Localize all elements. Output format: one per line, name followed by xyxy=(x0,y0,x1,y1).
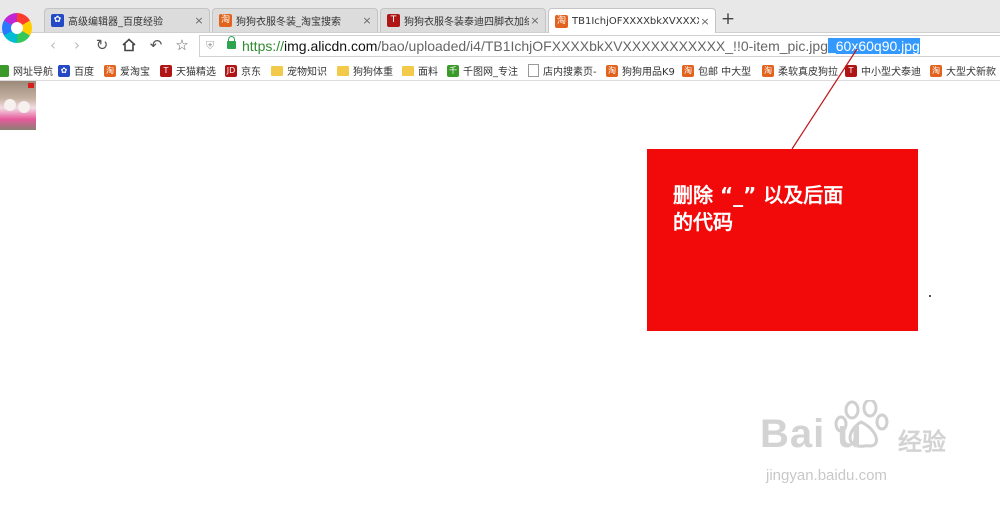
star-icon[interactable]: ☆ xyxy=(173,36,191,54)
bookmark-label: 京东 xyxy=(241,67,261,78)
bookmark-item[interactable]: T 天猫精选 xyxy=(160,63,216,78)
lock-icon xyxy=(227,36,236,49)
bookmark-label: 面料 xyxy=(418,67,438,78)
url-selected-text[interactable]: _60x60q90.jpg xyxy=(827,38,920,54)
forward-icon[interactable]: › xyxy=(68,36,86,54)
home-icon[interactable] xyxy=(120,36,138,54)
bookmark-label: 天猫精选 xyxy=(176,67,216,78)
tab-title: 高级编辑器_百度经验 xyxy=(68,17,163,28)
shield-icon: ⛨ xyxy=(206,39,215,52)
baidu-jingyan-watermark: Bai u 经验 jingyan.baidu.com xyxy=(760,400,980,495)
bookmark-item[interactable]: 淘爱淘宝 xyxy=(104,63,150,78)
watermark-url: jingyan.baidu.com xyxy=(766,467,887,484)
bookmark-item[interactable]: 宠物知识 xyxy=(271,63,327,78)
bookmark-item[interactable]: 淘包邮 中大型 xyxy=(682,63,751,78)
taobao-icon: 淘 xyxy=(104,64,116,77)
bookmark-item[interactable]: 淘柔软真皮狗拉 xyxy=(762,63,838,78)
bookmark-label: 宠物知识 xyxy=(287,67,327,78)
bookmark-item[interactable]: 网址导航 xyxy=(0,63,53,78)
bookmark-item[interactable]: 淘大型犬新款 xyxy=(930,63,996,78)
toolbar: ‹ › ↻ ↶ ☆ ⛨ https://img.alicdn.com/bao/u… xyxy=(0,33,1000,59)
browser-logo-icon[interactable] xyxy=(2,13,32,43)
close-icon[interactable]: × xyxy=(193,14,205,27)
taobao-icon: 淘 xyxy=(555,14,568,28)
bookmark-label: 百度 xyxy=(74,67,94,78)
tab-title: TB1IchjOFXXXXbkXVXXXXXXXXXXX xyxy=(572,15,699,27)
bookmark-label: 狗狗体重 xyxy=(353,67,393,78)
close-icon[interactable]: × xyxy=(529,14,541,27)
folder-icon xyxy=(402,65,414,76)
tmall-icon: T xyxy=(160,64,172,77)
bookmark-label: 中小型犬泰迪 xyxy=(861,67,921,78)
baidu-paw-icon: ✿ xyxy=(58,64,70,77)
url-scheme: https:// xyxy=(242,38,285,54)
new-tab-button[interactable]: + xyxy=(720,10,736,28)
bookmark-item[interactable]: 店内搜素页- xyxy=(528,63,597,78)
address-bar[interactable]: ⛨ https://img.alicdn.com/bao/uploaded/i4… xyxy=(199,35,1000,57)
tab-title: 狗狗衣服冬装_淘宝搜索 xyxy=(236,17,341,28)
watermark-jingyan: 经验 xyxy=(898,428,946,456)
url-path: /bao/uploaded/i4/TB1IchjOFXXXXbkXVXXXXXX… xyxy=(377,38,828,54)
nav-icon xyxy=(0,64,9,77)
qiantu-icon: 千 xyxy=(447,64,459,77)
tab-tmall-item[interactable]: T 狗狗衣服冬装泰迪四脚衣加绒 × xyxy=(380,8,546,32)
bookmark-label: 大型犬新款 xyxy=(946,67,996,78)
tmall-icon: T xyxy=(387,14,400,27)
close-icon[interactable]: × xyxy=(699,15,711,28)
annotation-callout: 删除 “_” 以及后面 的代码 xyxy=(647,149,918,331)
page-icon xyxy=(528,64,539,77)
taobao-icon: 淘 xyxy=(219,14,232,27)
bookmark-label: 千图网_专注 xyxy=(463,67,518,78)
tab-bar: ✿ 高级编辑器_百度经验 × 淘 狗狗衣服冬装_淘宝搜索 × T 狗狗衣服冬装泰… xyxy=(0,0,1000,33)
bookmark-item[interactable]: 淘狗狗用品K9 xyxy=(606,63,675,78)
back-icon[interactable]: ‹ xyxy=(44,36,62,54)
tab-title: 狗狗衣服冬装泰迪四脚衣加绒 xyxy=(404,17,529,28)
bookmark-label: 柔软真皮狗拉 xyxy=(778,67,838,78)
tab-image-active[interactable]: 淘 TB1IchjOFXXXXbkXVXXXXXXXXXXX × xyxy=(548,8,716,33)
taobao-icon: 淘 xyxy=(682,64,694,77)
undo-icon[interactable]: ↶ xyxy=(147,36,165,54)
bookmark-item[interactable]: JD 京东 xyxy=(225,63,261,78)
close-icon[interactable]: × xyxy=(361,14,373,27)
bookmark-label: 网址导航 xyxy=(13,67,53,78)
bookmark-item[interactable]: 面料 xyxy=(402,63,438,78)
folder-icon xyxy=(337,65,349,76)
tab-baidu-jingyan[interactable]: ✿ 高级编辑器_百度经验 × xyxy=(44,8,210,32)
stray-dot xyxy=(929,295,931,297)
jd-icon: JD xyxy=(225,64,237,77)
bookmark-item[interactable]: T 中小型犬泰迪 xyxy=(845,63,921,78)
tab-taobao-search[interactable]: 淘 狗狗衣服冬装_淘宝搜索 × xyxy=(212,8,378,32)
url-host: img.alicdn.com xyxy=(284,38,378,54)
bookmark-label: 店内搜素页- xyxy=(543,67,597,78)
bookmark-item[interactable]: 狗狗体重 xyxy=(337,63,393,78)
bookmark-label: 狗狗用品K9 xyxy=(622,67,675,78)
bookmark-item[interactable]: ✿ 百度 xyxy=(58,63,94,78)
product-thumbnail-image xyxy=(0,81,36,130)
bookmark-label: 包邮 中大型 xyxy=(698,67,752,78)
tmall-icon: T xyxy=(845,64,857,77)
folder-icon xyxy=(271,65,283,76)
taobao-icon: 淘 xyxy=(762,64,774,77)
reload-icon[interactable]: ↻ xyxy=(93,36,111,54)
baidu-paw-icon: ✿ xyxy=(51,14,64,27)
bookmark-label: 爱淘宝 xyxy=(120,67,150,78)
bookmarks-bar: 网址导航 ✿ 百度 淘爱淘宝 T 天猫精选 JD 京东 宠物知识 狗狗体重 面料 千千… xyxy=(0,60,1000,81)
taobao-icon: 淘 xyxy=(606,64,618,77)
watermark-brand: Bai u xyxy=(760,412,863,456)
url-text[interactable]: https://img.alicdn.com/bao/uploaded/i4/T… xyxy=(242,38,920,54)
callout-text: 删除 “_” 以及后面 的代码 xyxy=(673,183,844,234)
taobao-icon: 淘 xyxy=(930,64,942,77)
bookmark-item[interactable]: 千千图网_专注 xyxy=(447,63,518,78)
